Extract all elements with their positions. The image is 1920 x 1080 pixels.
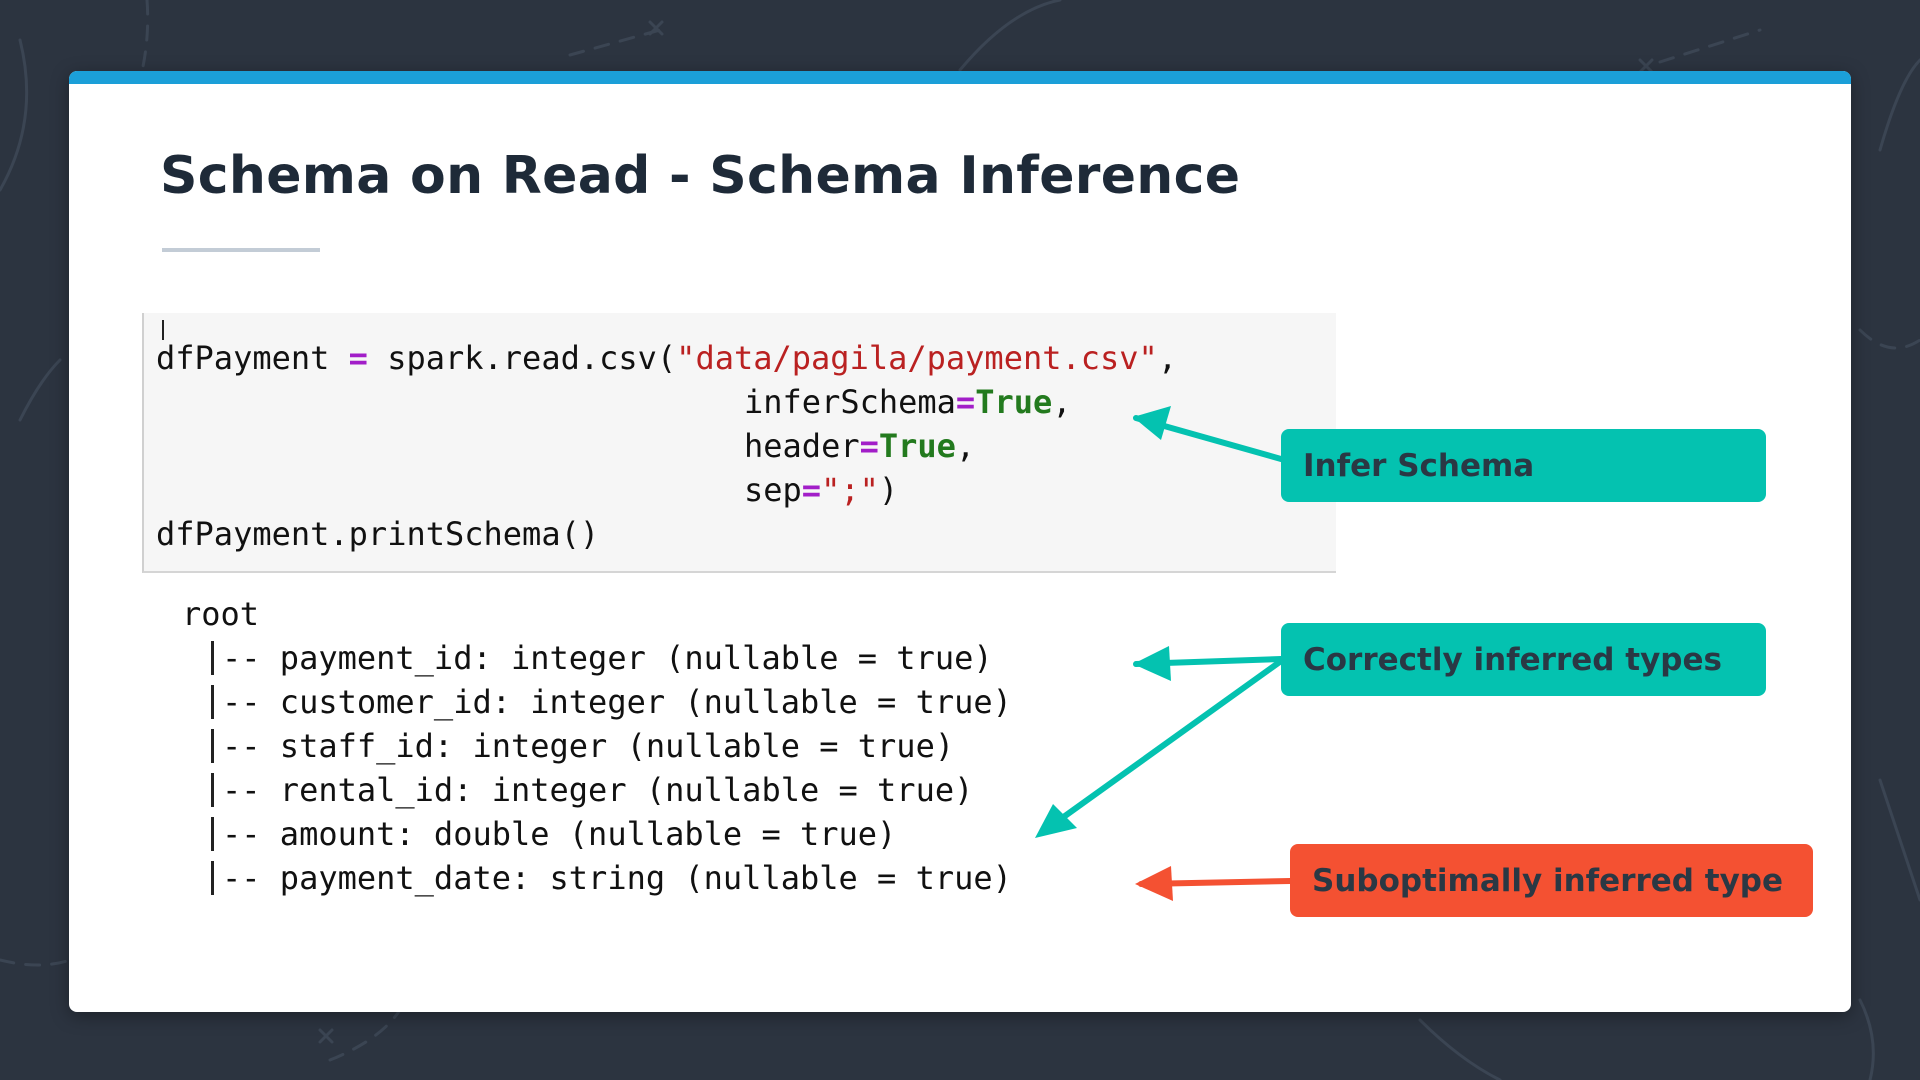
- schema-field-text: -- staff_id: integer (nullable = true): [222, 727, 955, 765]
- schema-field-text: -- amount: double (nullable = true): [222, 815, 897, 853]
- code-punct: ,: [1157, 339, 1178, 377]
- tree-branch: [211, 817, 214, 851]
- code-operator: =: [859, 427, 879, 465]
- callout-correct-types: Correctly inferred types: [1281, 623, 1766, 696]
- arrow-correct-types-bottom: [1048, 658, 1284, 829]
- arrowhead-suboptimal: [1135, 866, 1173, 901]
- code-line-header: header=True,: [744, 424, 975, 468]
- code-arg: sep: [744, 471, 802, 509]
- code-punct: ,: [955, 427, 976, 465]
- code-string: "data/pagila/payment.csv": [676, 339, 1158, 377]
- title-underline: [162, 248, 320, 252]
- code-string: ";": [821, 471, 879, 509]
- callout-label: Infer Schema: [1303, 447, 1535, 484]
- arrowhead-correct-top: [1133, 646, 1171, 681]
- tree-branch: [211, 641, 214, 675]
- code-variable: dfPayment: [156, 339, 349, 377]
- code-call: spark.read.csv(: [367, 339, 677, 377]
- schema-field-text: -- payment_date: string (nullable = true…: [222, 859, 1012, 897]
- code-line-infer-schema: inferSchema=True,: [744, 380, 1072, 424]
- schema-field-text: -- customer_id: integer (nullable = true…: [222, 683, 1012, 721]
- tree-branch: [211, 685, 214, 719]
- schema-field-text: -- payment_id: integer (nullable = true): [222, 639, 993, 677]
- schema-field: -- payment_date: string (nullable = true…: [211, 856, 1012, 900]
- schema-field-text: -- rental_id: integer (nullable = true): [222, 771, 974, 809]
- code-keyword: True: [975, 383, 1053, 421]
- callout-label: Correctly inferred types: [1303, 641, 1722, 678]
- tree-branch: [211, 773, 214, 807]
- arrow-suboptimal-type: [1138, 878, 1293, 887]
- code-line-sep: sep=";"): [744, 468, 898, 512]
- schema-root: root: [182, 595, 260, 633]
- code-arg: inferSchema: [744, 383, 956, 421]
- code-operator: =: [348, 339, 368, 377]
- schema-field: -- amount: double (nullable = true): [211, 812, 896, 856]
- code-punct: ,: [1052, 383, 1072, 421]
- tree-branch: [211, 729, 214, 763]
- code-operator: =: [955, 383, 976, 421]
- slide-title: Schema on Read - Schema Inference: [160, 146, 1241, 206]
- code-line-print-schema: dfPayment.printSchema(): [156, 515, 600, 553]
- schema-field: -- rental_id: integer (nullable = true): [211, 768, 973, 812]
- arrow-correct-types-top: [1133, 656, 1284, 667]
- callout-label: Suboptimally inferred type: [1312, 862, 1784, 899]
- code-line-read-csv: dfPayment = spark.read.csv("data/pagila/…: [156, 336, 1177, 380]
- schema-field: -- customer_id: integer (nullable = true…: [211, 680, 1012, 724]
- code-operator: =: [801, 471, 822, 509]
- schema-field: -- payment_id: integer (nullable = true): [211, 636, 993, 680]
- tree-branch: [211, 861, 214, 895]
- schema-field: -- staff_id: integer (nullable = true): [211, 724, 954, 768]
- code-arg: header: [744, 427, 860, 465]
- callout-infer-schema: Infer Schema: [1281, 429, 1766, 502]
- arrowhead-correct-bottom: [1035, 804, 1077, 838]
- top-accent-bar: [69, 71, 1851, 84]
- code-keyword: True: [878, 427, 956, 465]
- slide-card: Schema on Read - Schema Inference dfPaym…: [69, 71, 1851, 1012]
- code-punct: ): [878, 471, 899, 509]
- callout-suboptimal-type: Suboptimally inferred type: [1290, 844, 1813, 917]
